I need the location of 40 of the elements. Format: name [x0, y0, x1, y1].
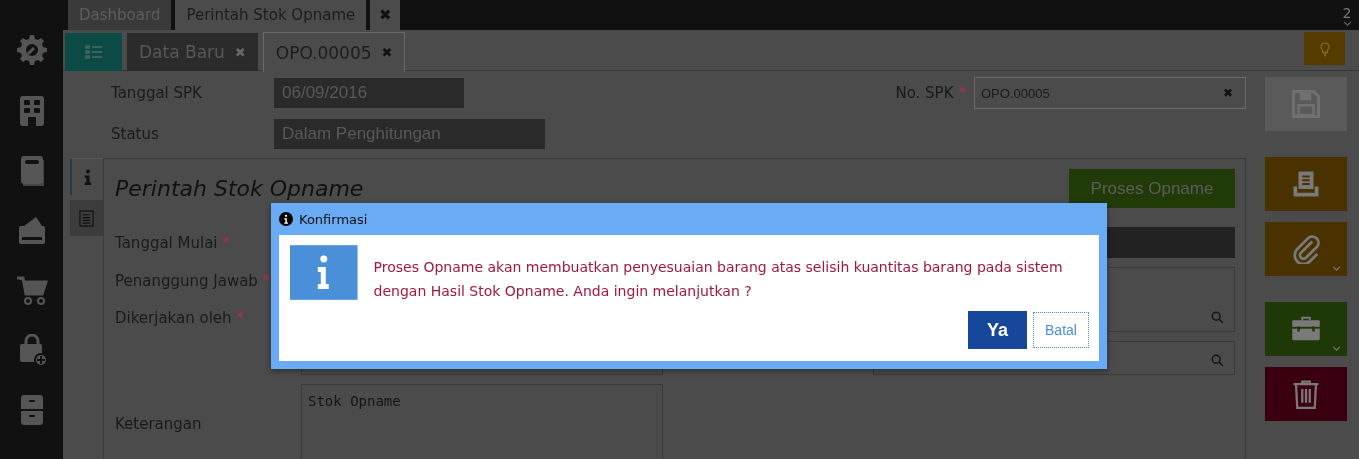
chevron-down-icon — [1342, 21, 1352, 26]
save-button[interactable] — [1265, 77, 1347, 131]
info-icon — [290, 245, 358, 300]
window-count[interactable]: 2 — [1342, 5, 1352, 21]
search-icon — [1211, 354, 1224, 367]
required-mark: * — [236, 309, 245, 327]
required-mark: * — [958, 84, 966, 102]
dialog-message: Proses Opname akan membuatkan penyesuaian barang atas selisih kuantitas barang pada sistem dengan Hasil Stok Opname. Anda ingin melanjutkan ? — [373, 258, 1064, 301]
info-icon — [83, 168, 92, 186]
gear-icon[interactable] — [15, 34, 48, 66]
printer-icon — [1291, 169, 1321, 199]
chevron-down-icon — [1332, 266, 1341, 271]
required-mark: * — [222, 233, 231, 252]
toolbox-button[interactable] — [1265, 302, 1347, 356]
lightbulb-button[interactable] — [1304, 32, 1345, 65]
trash-icon — [1291, 379, 1321, 409]
close-tab-button[interactable]: ✖ — [234, 44, 246, 60]
info-icon — [279, 212, 293, 226]
document-icon — [79, 209, 94, 227]
list-view-button[interactable] — [65, 33, 122, 71]
side-tab[interactable] — [70, 158, 103, 195]
side-tab[interactable] — [70, 200, 103, 236]
form-title: Perintah Stok Opname — [115, 176, 364, 201]
lightbulb-icon — [1318, 40, 1331, 57]
print-button[interactable] — [1265, 157, 1347, 211]
attach-button[interactable] — [1265, 222, 1347, 276]
paperclip-icon — [1291, 234, 1321, 264]
dialog-title: Konfirmasi — [299, 211, 368, 227]
cart-icon[interactable] — [15, 274, 48, 306]
search-icon — [1211, 311, 1224, 324]
close-tab-button[interactable]: ✖ — [381, 45, 393, 60]
list-icon — [84, 45, 103, 59]
chevron-down-icon — [1332, 346, 1341, 351]
cancel-button[interactable]: Batal — [1033, 312, 1089, 348]
process-button[interactable]: Proses Opname — [1069, 169, 1235, 208]
confirm-button[interactable]: Ya — [968, 311, 1027, 349]
close-tab-button[interactable]: ✖ — [370, 0, 401, 30]
required-mark: * — [262, 272, 271, 290]
delete-button[interactable] — [1265, 367, 1347, 421]
clear-button[interactable]: ✖ — [1223, 86, 1233, 100]
